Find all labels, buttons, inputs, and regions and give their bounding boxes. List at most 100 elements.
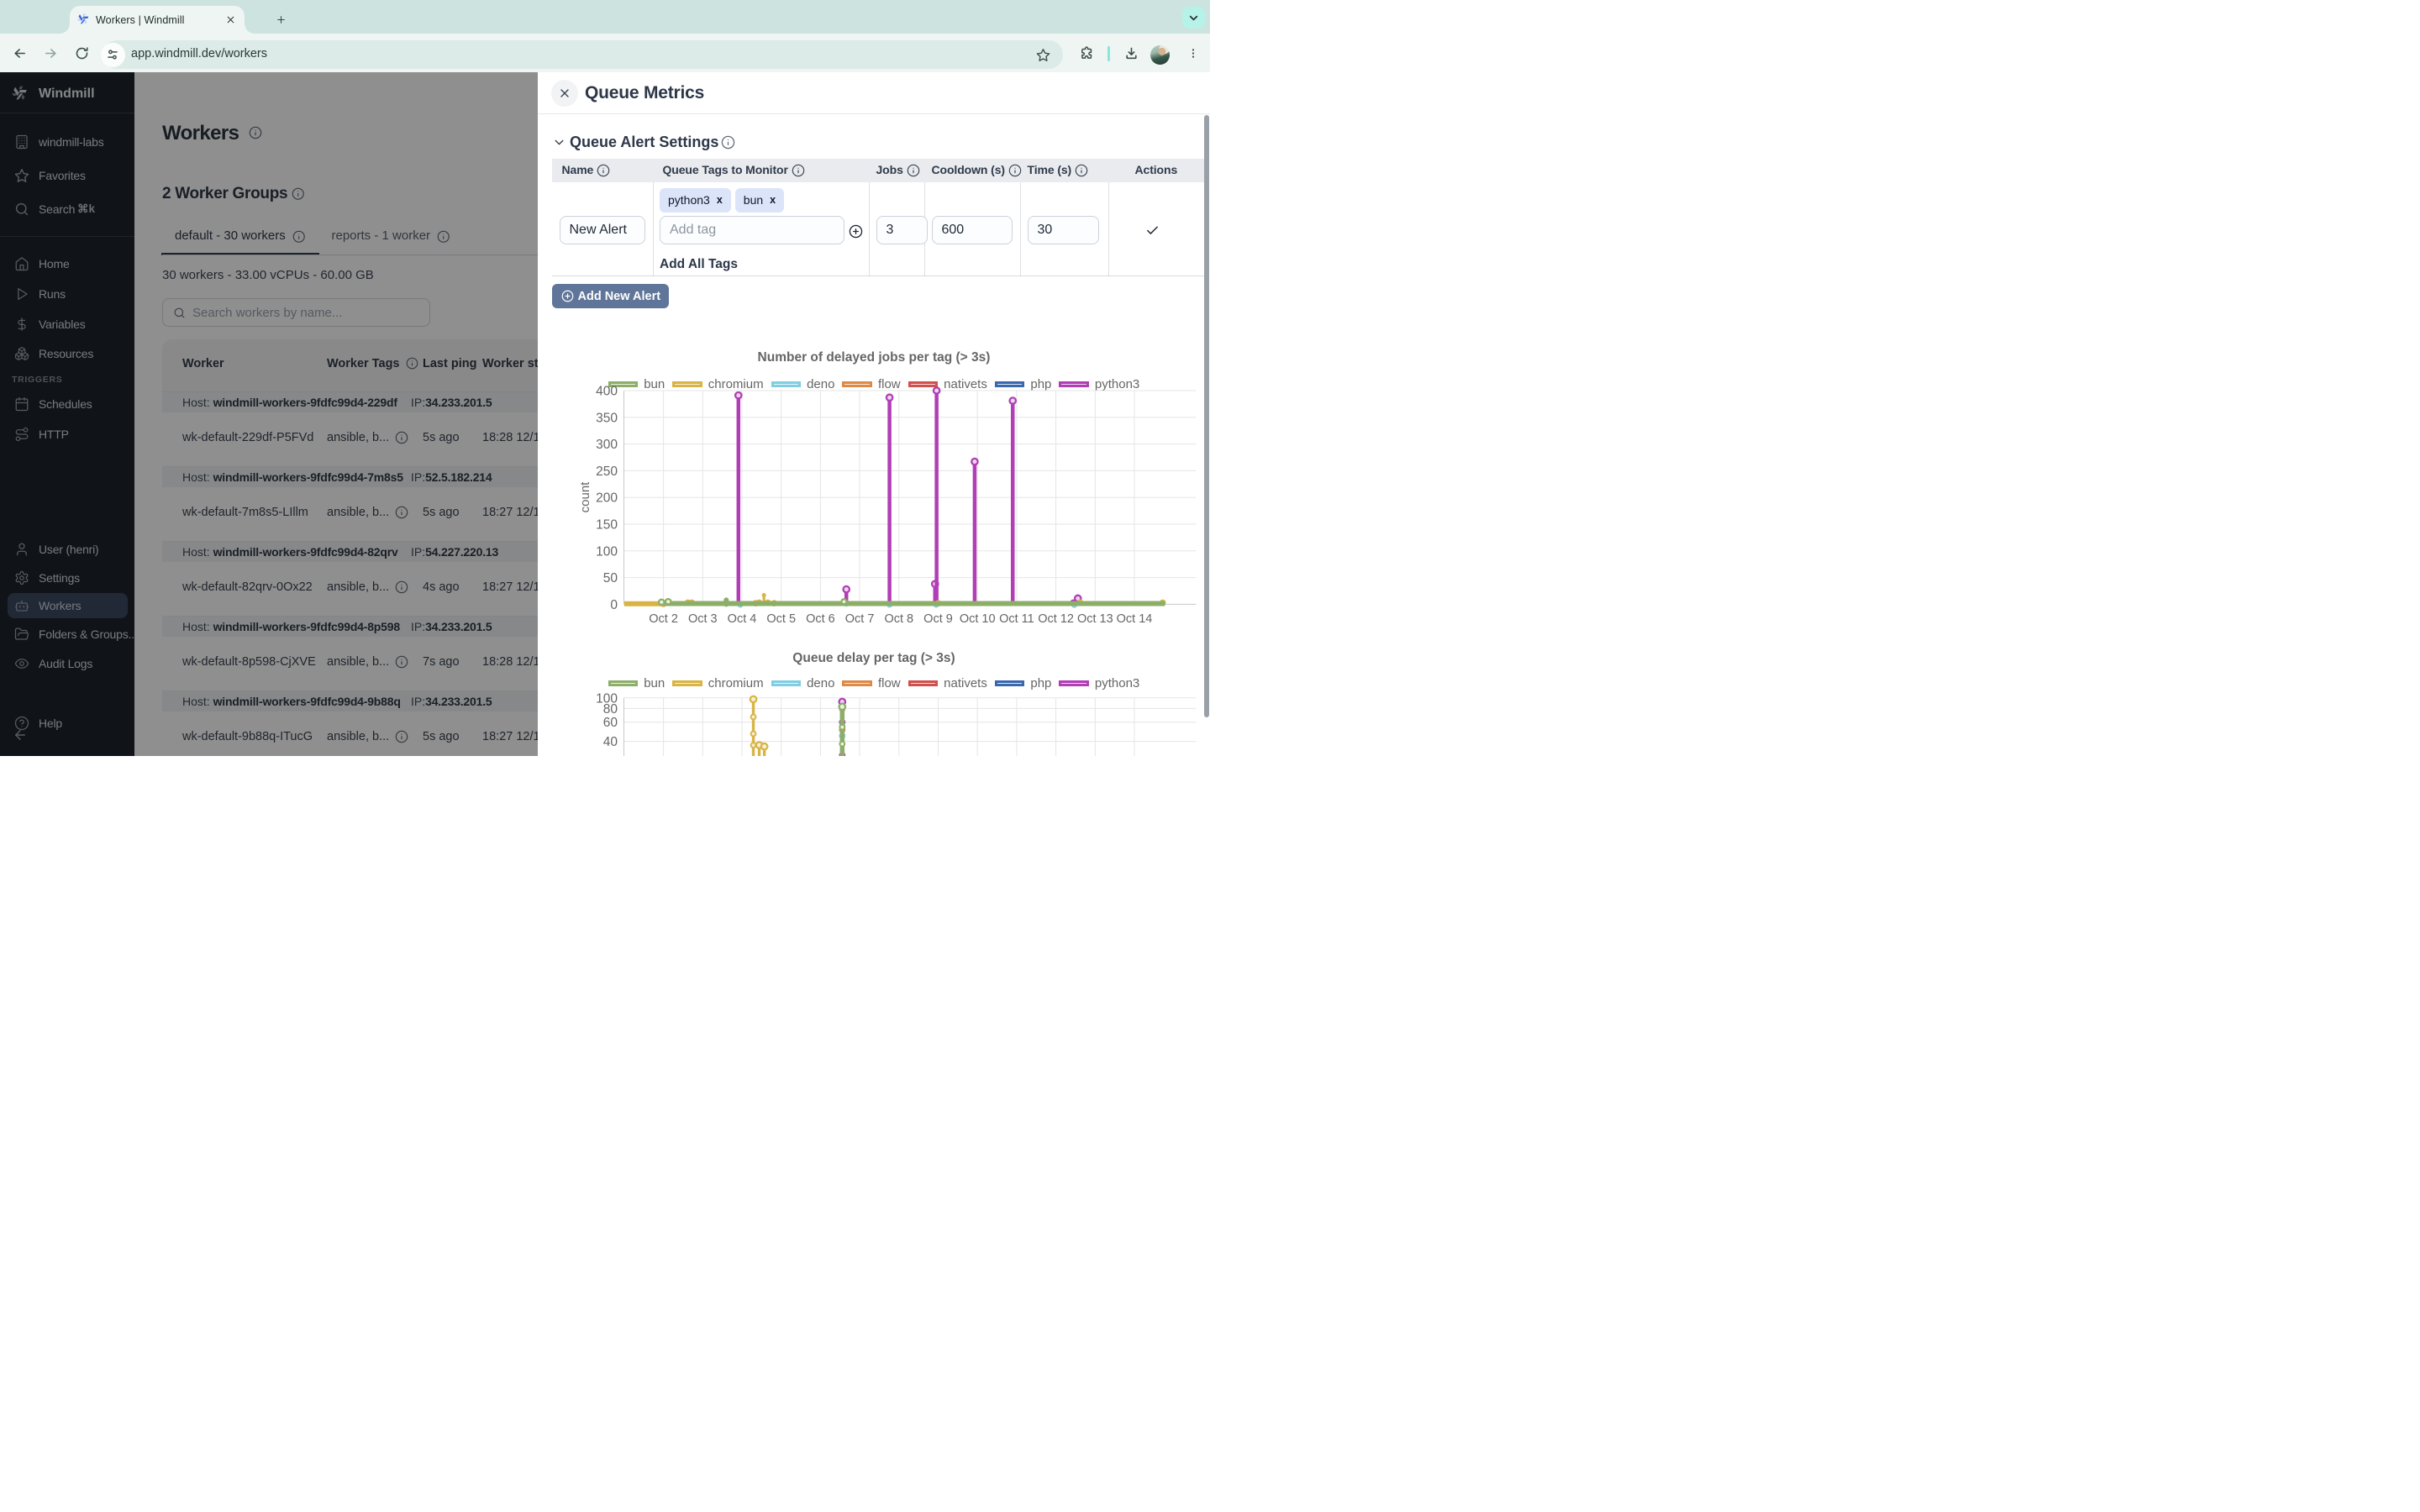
browser-menu-button[interactable] <box>1187 46 1199 60</box>
legend-swatch <box>608 680 639 686</box>
remove-tag-button[interactable]: x <box>770 188 776 213</box>
drawer-scrollbar-thumb[interactable] <box>1204 115 1210 717</box>
svg-text:Oct 3: Oct 3 <box>688 612 718 626</box>
confirm-alert-button[interactable] <box>1145 223 1160 238</box>
add-tag-input[interactable]: Add tag <box>660 216 844 244</box>
back-button[interactable] <box>13 46 27 60</box>
queue-metrics-drawer: Queue Metrics Queue Alert Settings Name … <box>538 72 1210 756</box>
legend-swatch <box>672 680 702 686</box>
chart-legend: bun chromium deno flow nativets php python3 <box>552 677 1197 690</box>
legend-label: python3 <box>1095 677 1139 690</box>
legend-swatch <box>842 680 872 686</box>
toolbar-toggle-button[interactable] <box>1182 7 1205 29</box>
url-bar[interactable]: app.windmill.dev/workers <box>103 40 1063 69</box>
info-icon[interactable] <box>792 164 805 177</box>
info-icon[interactable] <box>597 164 610 177</box>
site-settings-button[interactable] <box>101 43 125 67</box>
column-header-name: Name <box>562 163 594 176</box>
chart-title: Queue delay per tag (> 3s) <box>552 651 1197 666</box>
tag-chip-label: python3 <box>668 188 710 213</box>
reload-button[interactable] <box>75 46 89 60</box>
legend-label: chromium <box>708 677 764 690</box>
legend-item-flow[interactable]: flow <box>842 677 900 690</box>
svg-text:80: 80 <box>603 702 618 717</box>
toolbar-separator <box>1107 46 1110 61</box>
queue-delay-plot: 100806040 <box>538 690 1210 756</box>
svg-text:Oct 6: Oct 6 <box>806 612 835 626</box>
legend-item-deno[interactable]: deno <box>771 677 835 690</box>
svg-text:Oct 7: Oct 7 <box>845 612 875 626</box>
legend-item-chromium[interactable]: chromium <box>672 677 763 690</box>
add-all-tags-button[interactable]: Add All Tags <box>660 257 738 272</box>
browser-chrome: Workers | Windmill app.windmill.dev/work… <box>0 0 1210 72</box>
legend-swatch <box>1059 680 1089 686</box>
info-icon[interactable] <box>721 135 735 150</box>
svg-text:Oct 2: Oct 2 <box>649 612 678 626</box>
legend-swatch <box>908 680 939 686</box>
svg-text:Oct 14: Oct 14 <box>1117 612 1153 626</box>
svg-text:Oct 10: Oct 10 <box>960 612 996 626</box>
drawer-backdrop[interactable] <box>0 72 538 756</box>
svg-text:200: 200 <box>596 491 618 506</box>
column-header-jobs: Jobs <box>876 163 903 176</box>
legend-swatch <box>995 680 1025 686</box>
new-tab-button[interactable] <box>276 14 287 25</box>
svg-text:250: 250 <box>596 465 618 479</box>
browser-tab[interactable]: Workers | Windmill <box>70 6 245 34</box>
legend-label: nativets <box>944 677 987 690</box>
drawer-close-button[interactable] <box>551 80 578 107</box>
screenshot-stage: Workers | Windmill app.windmill.dev/work… <box>0 0 1210 756</box>
add-new-alert-button[interactable]: Add New Alert <box>552 284 669 308</box>
legend-item-php[interactable]: php <box>995 677 1052 690</box>
delayed-jobs-plot: 050100150200250300350400Oct 2Oct 3Oct 4O… <box>538 370 1210 632</box>
legend-swatch <box>771 680 802 686</box>
windmill-favicon-icon <box>76 13 90 26</box>
tab-close-icon[interactable] <box>225 14 236 25</box>
svg-text:0: 0 <box>610 598 618 612</box>
svg-text:Oct 5: Oct 5 <box>766 612 796 626</box>
close-icon <box>558 87 571 100</box>
legend-item-bun[interactable]: bun <box>608 677 666 690</box>
legend-item-nativets[interactable]: nativets <box>908 677 987 690</box>
drawer-title: Queue Metrics <box>585 83 704 103</box>
chevron-down-icon <box>1188 13 1199 24</box>
chevron-down-icon[interactable] <box>552 135 566 150</box>
svg-text:60: 60 <box>603 716 618 730</box>
legend-item-python3[interactable]: python3 <box>1059 677 1139 690</box>
svg-text:400: 400 <box>596 385 618 399</box>
alert-table-row: python3 x bunx New Alert Add tag 3 600 30… <box>552 182 1205 277</box>
info-icon[interactable] <box>1075 164 1088 177</box>
remove-tag-button[interactable]: x <box>717 188 723 213</box>
column-border <box>1020 182 1021 276</box>
alert-settings-table: Name Queue Tags to Monitor Jobs Cooldown… <box>552 159 1205 277</box>
legend-label: bun <box>644 677 665 690</box>
column-header-queue-tags: Queue Tags to Monitor <box>663 163 788 176</box>
tag-chip-python3[interactable]: python3 x <box>660 188 731 213</box>
browser-toolbar: app.windmill.dev/workers <box>0 34 1210 72</box>
column-header-time: Time (s) <box>1028 163 1072 176</box>
alert-name-input[interactable]: New Alert <box>560 216 646 244</box>
tab-corner <box>245 24 255 34</box>
profile-avatar[interactable] <box>1150 45 1170 65</box>
column-border <box>653 182 654 276</box>
cooldown-input[interactable]: 600 <box>932 216 1013 244</box>
tag-chip-bun[interactable]: bunx <box>735 188 784 213</box>
app-window: Windmill windmill-labsFavoritesSearch⌘k … <box>0 72 1210 756</box>
add-new-alert-label: Add New Alert <box>578 290 661 303</box>
url-text[interactable]: app.windmill.dev/workers <box>131 47 267 60</box>
jobs-input[interactable]: 3 <box>876 216 928 244</box>
forward-button[interactable] <box>44 46 58 60</box>
bookmark-star-icon[interactable] <box>1036 48 1050 62</box>
info-icon[interactable] <box>1008 164 1022 177</box>
downloads-button[interactable] <box>1124 46 1139 60</box>
extensions-button[interactable] <box>1080 46 1094 60</box>
info-icon[interactable] <box>907 164 920 177</box>
tab-corner <box>60 24 70 34</box>
time-input[interactable]: 30 <box>1028 216 1100 244</box>
add-tag-button[interactable] <box>849 224 863 239</box>
legend-label: deno <box>807 677 834 690</box>
column-header-queue-tags-group: Queue Tags to Monitor <box>663 163 805 177</box>
svg-text:350: 350 <box>596 411 618 425</box>
tag-chip-row: python3 x bunx <box>660 188 784 213</box>
svg-text:Oct 9: Oct 9 <box>923 612 953 626</box>
